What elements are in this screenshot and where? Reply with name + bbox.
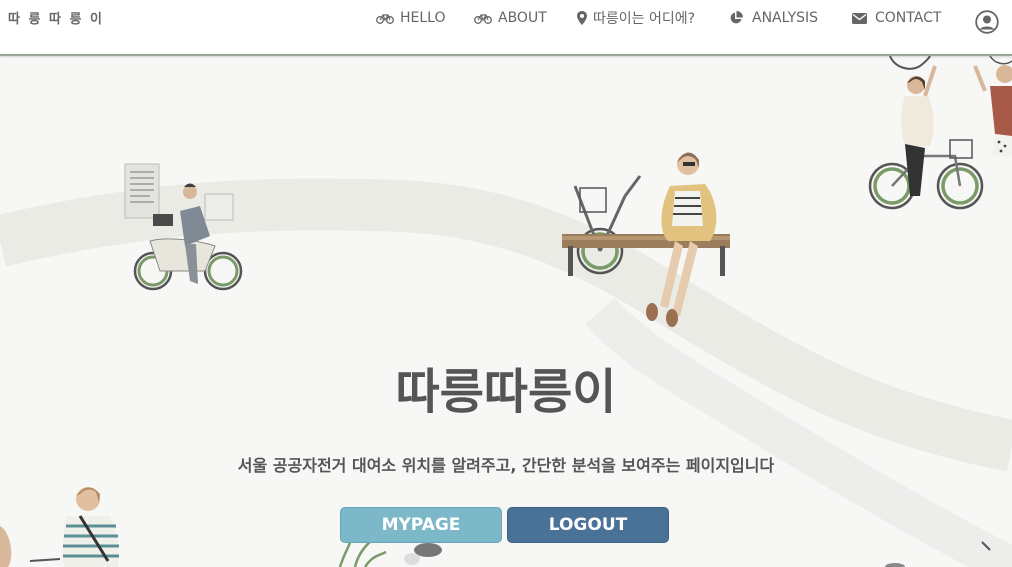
envelope-icon bbox=[852, 12, 867, 24]
bicycle-icon bbox=[376, 12, 394, 24]
brand-logo[interactable]: 따 릉 따 릉 이 bbox=[8, 8, 104, 27]
navbar: 따 릉 따 릉 이 HELLO ABOUT 따릉이는 어디에? ANALYSIS… bbox=[0, 0, 1012, 56]
nav-contact[interactable]: CONTACT bbox=[852, 9, 941, 27]
hero-section: 따릉따릉이 서울 공공자전거 대여소 위치를 알려주고, 간단한 분석을 보여주… bbox=[0, 56, 1012, 567]
nav-about[interactable]: ABOUT bbox=[474, 9, 547, 27]
mypage-button[interactable]: MYPAGE bbox=[340, 507, 502, 543]
nav-where-label: 따릉이는 어디에? bbox=[593, 11, 696, 27]
bicycle-icon bbox=[474, 12, 492, 24]
person-illustration-bottom-left bbox=[0, 487, 119, 567]
logout-button[interactable]: LOGOUT bbox=[507, 507, 669, 543]
nav-hello-label: HELLO bbox=[400, 10, 446, 26]
pie-chart-icon bbox=[729, 11, 743, 25]
nav-analysis[interactable]: ANALYSIS bbox=[729, 9, 818, 27]
nav-analysis-label: ANALYSIS bbox=[752, 10, 819, 26]
user-circle-icon[interactable] bbox=[975, 10, 999, 34]
nav-about-label: ABOUT bbox=[498, 10, 547, 26]
cyclist-illustration-top-right bbox=[868, 56, 1012, 210]
nav-contact-label: CONTACT bbox=[875, 10, 942, 26]
nav-hello[interactable]: HELLO bbox=[376, 9, 446, 27]
map-marker-icon bbox=[577, 11, 587, 25]
nav-where[interactable]: 따릉이는 어디에? bbox=[577, 9, 695, 27]
page-title: 따릉따릉이 bbox=[395, 364, 617, 420]
hero-illustration bbox=[0, 56, 1012, 567]
page-subtitle: 서울 공공자전거 대여소 위치를 알려주고, 간단한 분석을 보여주는 페이지입… bbox=[237, 456, 775, 475]
